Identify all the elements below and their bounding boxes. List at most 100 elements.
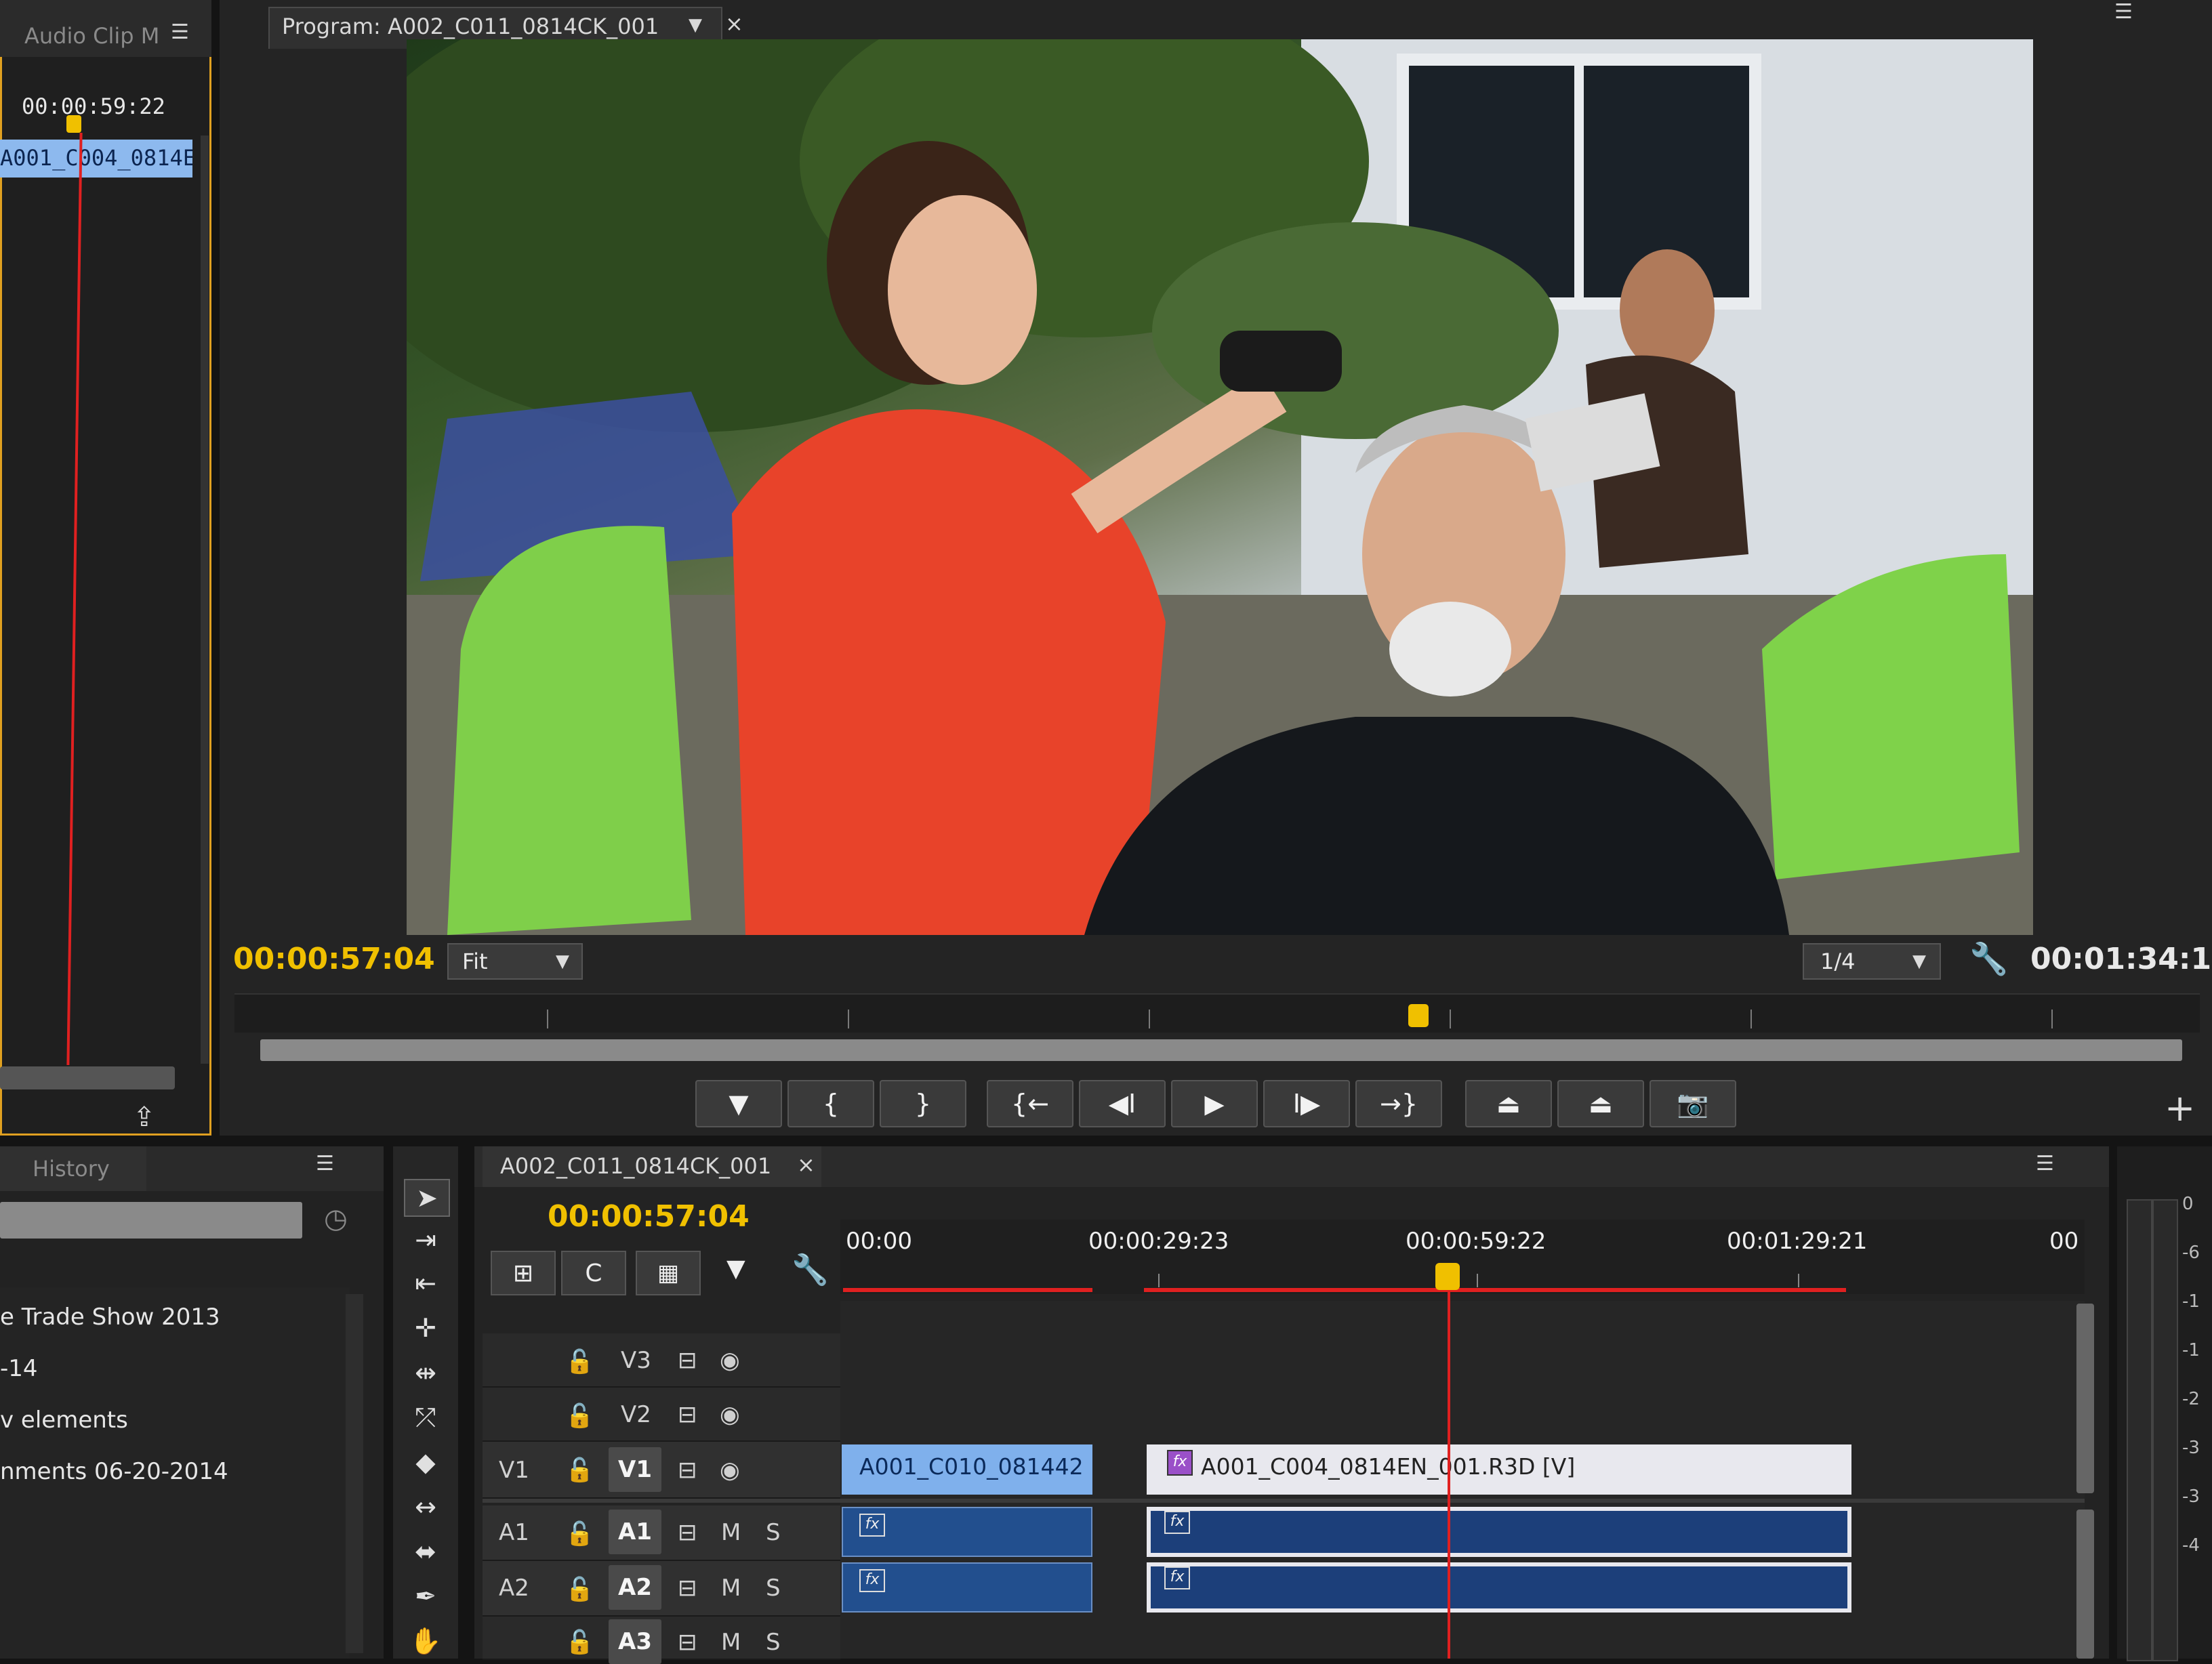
lock-icon[interactable]: 🔓 <box>565 1402 594 1430</box>
source-patch-v1[interactable]: V1 <box>499 1457 529 1484</box>
video-scene <box>407 39 2033 935</box>
track-select-tool-icon[interactable]: ⇥ <box>404 1222 447 1257</box>
tab-dropdown-icon[interactable]: ▼ <box>689 15 702 35</box>
timeline-clip-a1[interactable]: fx <box>842 1507 1092 1557</box>
timeline-tab[interactable]: A002_C011_0814CK_001 <box>483 1146 821 1187</box>
zoom-select[interactable]: Fit ▼ <box>447 943 583 980</box>
add-button-icon[interactable]: + <box>2165 1087 2195 1129</box>
hand-tool-icon[interactable]: ✒ <box>404 1579 447 1614</box>
step-back-button[interactable]: ◀I <box>1079 1080 1166 1127</box>
rate-stretch-tool-icon[interactable]: ⇹ <box>404 1355 447 1390</box>
eye-icon[interactable]: ◉ <box>720 1457 740 1484</box>
history-item[interactable]: nments 06-20-2014 <box>0 1458 228 1485</box>
program-zoom-scrollbar[interactable] <box>260 1039 2182 1061</box>
solo-button[interactable]: S <box>766 1629 781 1656</box>
mute-button[interactable]: M <box>721 1575 741 1602</box>
solo-button[interactable]: S <box>766 1575 781 1602</box>
step-forward-button[interactable]: I▶ <box>1263 1080 1350 1127</box>
export-frame-button[interactable]: 📷 <box>1650 1080 1736 1127</box>
mute-button[interactable]: M <box>721 1629 741 1656</box>
source-patch-a1[interactable]: A1 <box>499 1519 529 1546</box>
lock-icon[interactable]: 🔓 <box>565 1457 594 1484</box>
track-target-a3[interactable]: A3 <box>609 1619 661 1664</box>
export-icon[interactable]: ⇪ <box>133 1102 156 1133</box>
program-time-ruler[interactable] <box>234 993 2200 1033</box>
mark-out-button[interactable]: } <box>880 1080 966 1127</box>
panel-menu-icon[interactable]: ☰ <box>2036 1152 2054 1176</box>
snap-button[interactable]: ⊞ <box>491 1251 556 1295</box>
timeline-current-timecode[interactable]: 00:00:57:04 <box>548 1199 750 1234</box>
resolution-select[interactable]: 1/4 ▼ <box>1803 943 1941 980</box>
track-header-v3 <box>483 1333 840 1388</box>
clock-icon[interactable]: ◷ <box>324 1203 348 1234</box>
eye-icon[interactable]: ◉ <box>720 1347 740 1374</box>
lock-icon[interactable]: 🔓 <box>565 1520 594 1547</box>
toggle-sync-icon[interactable]: ⊟ <box>678 1575 697 1602</box>
track-target-a2[interactable]: A2 <box>609 1565 661 1610</box>
extract-button[interactable]: ⏏ <box>1557 1080 1644 1127</box>
ripple-edit-tool-icon[interactable]: ⇤ <box>404 1266 447 1301</box>
panel-menu-icon[interactable]: ☰ <box>2114 0 2133 24</box>
add-marker-button[interactable]: ▦ <box>636 1251 701 1295</box>
lock-icon[interactable]: 🔓 <box>565 1348 594 1375</box>
history-item[interactable]: -14 <box>0 1355 38 1382</box>
timeline-clip-a1[interactable]: fx <box>1147 1507 1851 1557</box>
timeline-clip-a2[interactable]: fx <box>1147 1562 1851 1613</box>
program-current-timecode[interactable]: 00:00:57:04 <box>233 942 435 976</box>
rolling-edit-tool-icon[interactable]: ✛ <box>404 1310 447 1346</box>
toggle-sync-icon[interactable]: ⊟ <box>678 1347 697 1374</box>
mixer-clip[interactable]: A001_C004_0814E <box>0 140 192 178</box>
slide-tool-icon[interactable]: ↔ <box>404 1489 447 1524</box>
lift-button[interactable]: ⏏ <box>1465 1080 1552 1127</box>
track-target-v1[interactable]: V1 <box>609 1447 661 1492</box>
toggle-sync-icon[interactable]: ⊟ <box>678 1401 697 1428</box>
timeline-clip-v1[interactable]: A001_C010_081442 <box>842 1444 1092 1495</box>
mixer-scrollbar[interactable] <box>201 136 209 1064</box>
marker-icon[interactable]: ▼ <box>726 1255 745 1283</box>
close-tab-icon[interactable]: × <box>725 11 743 37</box>
eye-icon[interactable]: ◉ <box>720 1401 740 1428</box>
toggle-sync-icon[interactable]: ⊟ <box>678 1629 697 1656</box>
mixer-h-scrollbar[interactable] <box>0 1066 175 1089</box>
solo-button[interactable]: S <box>766 1519 781 1546</box>
selection-tool-icon[interactable]: ➤ <box>404 1179 450 1217</box>
mark-in-button[interactable]: { <box>787 1080 874 1127</box>
wrench-icon[interactable]: 🔧 <box>792 1252 829 1287</box>
program-playhead-marker[interactable] <box>1408 1004 1429 1027</box>
close-tab-icon[interactable]: × <box>797 1152 815 1178</box>
audio-clip-mixer-tab[interactable]: Audio Clip M <box>24 23 159 49</box>
lock-icon[interactable]: 🔓 <box>565 1629 594 1656</box>
timeline-clip-a2[interactable]: fx <box>842 1562 1092 1613</box>
history-scrollbar[interactable] <box>346 1294 363 1653</box>
timeline-clip-v1[interactable]: A001_C004_0814EN_001.R3D [V] <box>1147 1444 1851 1495</box>
history-search-input[interactable] <box>0 1202 302 1239</box>
pen-tool-icon[interactable]: ⬌ <box>404 1534 447 1569</box>
zoom-tool-icon[interactable]: ✋ <box>404 1623 447 1659</box>
go-to-in-button[interactable]: {← <box>987 1080 1073 1127</box>
source-patch-a2[interactable]: A2 <box>499 1575 529 1602</box>
history-tab[interactable]: History <box>33 1156 110 1182</box>
slip-tool-icon[interactable]: ◆ <box>404 1444 447 1480</box>
audio-track-scrollbar[interactable] <box>2076 1510 2094 1659</box>
play-button[interactable]: ▶ <box>1171 1080 1258 1127</box>
lock-icon[interactable]: 🔓 <box>565 1576 594 1603</box>
wrench-icon[interactable]: 🔧 <box>1969 940 2008 978</box>
timeline-playhead-marker[interactable] <box>1435 1263 1460 1290</box>
toggle-sync-icon[interactable]: ⊟ <box>678 1457 697 1484</box>
ruler-label: 00:00:29:23 <box>1088 1228 1229 1255</box>
razor-tool-icon[interactable]: ⤱ <box>404 1400 447 1435</box>
video-track-scrollbar[interactable] <box>2076 1304 2094 1493</box>
mute-button[interactable]: M <box>721 1519 741 1546</box>
linked-selection-button[interactable]: C <box>561 1251 626 1295</box>
audio-meter-bar <box>2152 1199 2178 1661</box>
panel-menu-icon[interactable]: ☰ <box>316 1152 334 1176</box>
go-to-out-button[interactable]: →} <box>1355 1080 1442 1127</box>
history-item[interactable]: e Trade Show 2013 <box>0 1304 220 1331</box>
history-item[interactable]: v elements <box>0 1407 128 1434</box>
toggle-sync-icon[interactable]: ⊟ <box>678 1519 697 1546</box>
mixer-playhead-marker[interactable] <box>66 115 81 133</box>
timeline-tab-label: A002_C011_0814CK_001 <box>500 1153 772 1179</box>
panel-menu-icon[interactable]: ☰ <box>171 20 189 44</box>
add-marker-button[interactable]: ▼ <box>695 1080 782 1127</box>
track-target-a1[interactable]: A1 <box>609 1510 661 1554</box>
